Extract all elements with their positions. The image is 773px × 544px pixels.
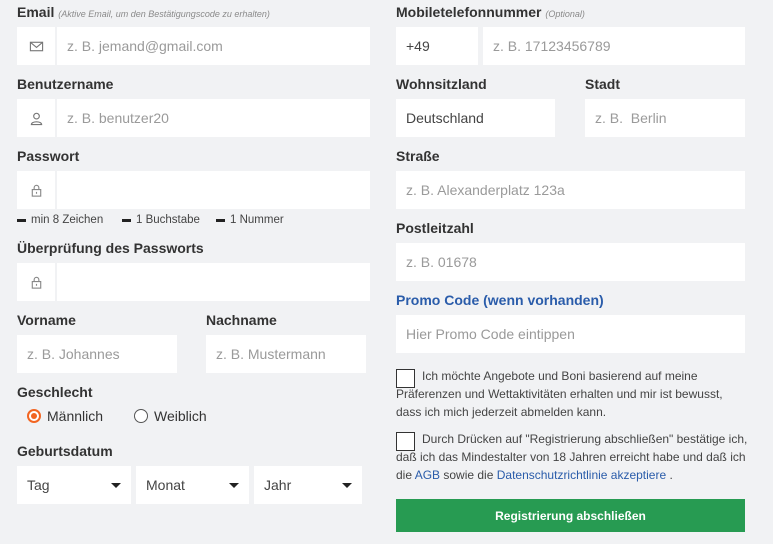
password-requirement: 1 Buchstabe bbox=[122, 214, 200, 226]
radio-selected-icon bbox=[27, 409, 41, 423]
postcode-label: Postleitzahl bbox=[396, 220, 474, 236]
country-value: Deutschland bbox=[406, 110, 484, 126]
chevron-down-icon bbox=[111, 482, 121, 488]
password-confirm-icon-box bbox=[17, 263, 55, 301]
birthdate-year-select[interactable]: Jahr bbox=[254, 466, 362, 504]
username-placeholder: z. B. benutzer20 bbox=[67, 110, 169, 126]
city-input[interactable]: z. B. Berlin bbox=[585, 99, 745, 137]
birthdate-month-select[interactable]: Monat bbox=[136, 466, 249, 504]
email-hint: (Aktive Email, um den Bestätigungscode z… bbox=[58, 9, 270, 19]
birthdate-label: Geburtsdatum bbox=[17, 443, 113, 459]
privacy-policy-link[interactable]: Datenschutzrichtlinie akzeptiere bbox=[497, 468, 666, 482]
email-icon-box bbox=[17, 27, 55, 65]
envelope-icon bbox=[29, 41, 43, 51]
lock-icon bbox=[31, 184, 41, 197]
email-input[interactable]: z. B. jemand@gmail.com bbox=[57, 27, 370, 65]
password-label: Passwort bbox=[17, 148, 80, 164]
password-requirement: 1 Nummer bbox=[216, 214, 284, 226]
first-name-input[interactable]: z. B. Johannes bbox=[17, 335, 177, 373]
promo-placeholder: Hier Promo Code eintippen bbox=[406, 326, 575, 342]
mobile-placeholder: z. B. 17123456789 bbox=[493, 38, 611, 54]
street-input[interactable]: z. B. Alexanderplatz 123a bbox=[396, 171, 745, 209]
gender-option-label: Weiblich bbox=[154, 408, 207, 424]
gender-option-label: Männlich bbox=[47, 408, 104, 424]
username-input[interactable]: z. B. benutzer20 bbox=[57, 99, 370, 137]
password-icon-box bbox=[17, 171, 55, 209]
password-confirm-label: Überprüfung des Passworts bbox=[17, 240, 204, 256]
country-select[interactable]: Deutschland bbox=[396, 99, 555, 137]
chevron-down-icon bbox=[229, 482, 239, 488]
birthdate-day-select[interactable]: Tag bbox=[17, 466, 131, 504]
username-icon-box bbox=[17, 99, 55, 137]
password-confirm-input[interactable] bbox=[57, 263, 370, 301]
country-label: Wohnsitzland bbox=[396, 76, 487, 92]
user-icon bbox=[30, 112, 42, 125]
mobile-prefix-input[interactable]: +49 bbox=[396, 27, 478, 65]
street-label: Straße bbox=[396, 148, 440, 164]
email-label: Email (Aktive Email, um den Bestätigungs… bbox=[17, 4, 270, 20]
gender-radio-male[interactable]: Männlich bbox=[27, 408, 103, 424]
promo-label: Promo Code (wenn vorhanden) bbox=[396, 292, 604, 308]
username-label: Benutzername bbox=[17, 76, 114, 92]
select-value: Jahr bbox=[264, 477, 292, 493]
promo-input[interactable]: Hier Promo Code eintippen bbox=[396, 315, 745, 353]
postcode-placeholder: z. B. 01678 bbox=[406, 254, 477, 270]
chevron-down-icon bbox=[342, 482, 352, 488]
mobile-label: Mobiletelefonnummer (Optional) bbox=[396, 4, 585, 20]
last-name-input[interactable]: z. B. Mustermann bbox=[206, 335, 366, 373]
first-name-placeholder: z. B. Johannes bbox=[27, 346, 120, 362]
register-submit-button[interactable]: Registrierung abschließen bbox=[396, 499, 745, 532]
city-placeholder: z. B. Berlin bbox=[595, 110, 667, 126]
agb-link[interactable]: AGB bbox=[415, 468, 440, 482]
street-placeholder: z. B. Alexanderplatz 123a bbox=[406, 182, 565, 198]
city-label: Stadt bbox=[585, 76, 620, 92]
last-name-placeholder: z. B. Mustermann bbox=[216, 346, 326, 362]
gender-label: Geschlecht bbox=[17, 384, 93, 400]
select-value: Monat bbox=[146, 477, 185, 493]
first-name-label: Vorname bbox=[17, 312, 76, 328]
mobile-input[interactable]: z. B. 17123456789 bbox=[483, 27, 745, 65]
lock-icon bbox=[31, 276, 41, 289]
gender-radio-female[interactable]: Weiblich bbox=[134, 408, 207, 424]
mobile-hint: (Optional) bbox=[545, 9, 585, 19]
consent-terms-text: Durch Drücken auf "Registrierung abschli… bbox=[396, 432, 748, 482]
radio-empty-icon bbox=[134, 409, 148, 423]
postcode-input[interactable]: z. B. 01678 bbox=[396, 243, 745, 281]
select-value: Tag bbox=[27, 477, 50, 493]
last-name-label: Nachname bbox=[206, 312, 277, 328]
mobile-prefix-value: +49 bbox=[406, 38, 430, 54]
email-placeholder: z. B. jemand@gmail.com bbox=[67, 38, 223, 54]
password-requirement: min 8 Zeichen bbox=[17, 214, 103, 226]
password-input[interactable] bbox=[57, 171, 370, 209]
consent-offers-text: Ich möchte Angebote und Boni basierend a… bbox=[396, 369, 723, 419]
